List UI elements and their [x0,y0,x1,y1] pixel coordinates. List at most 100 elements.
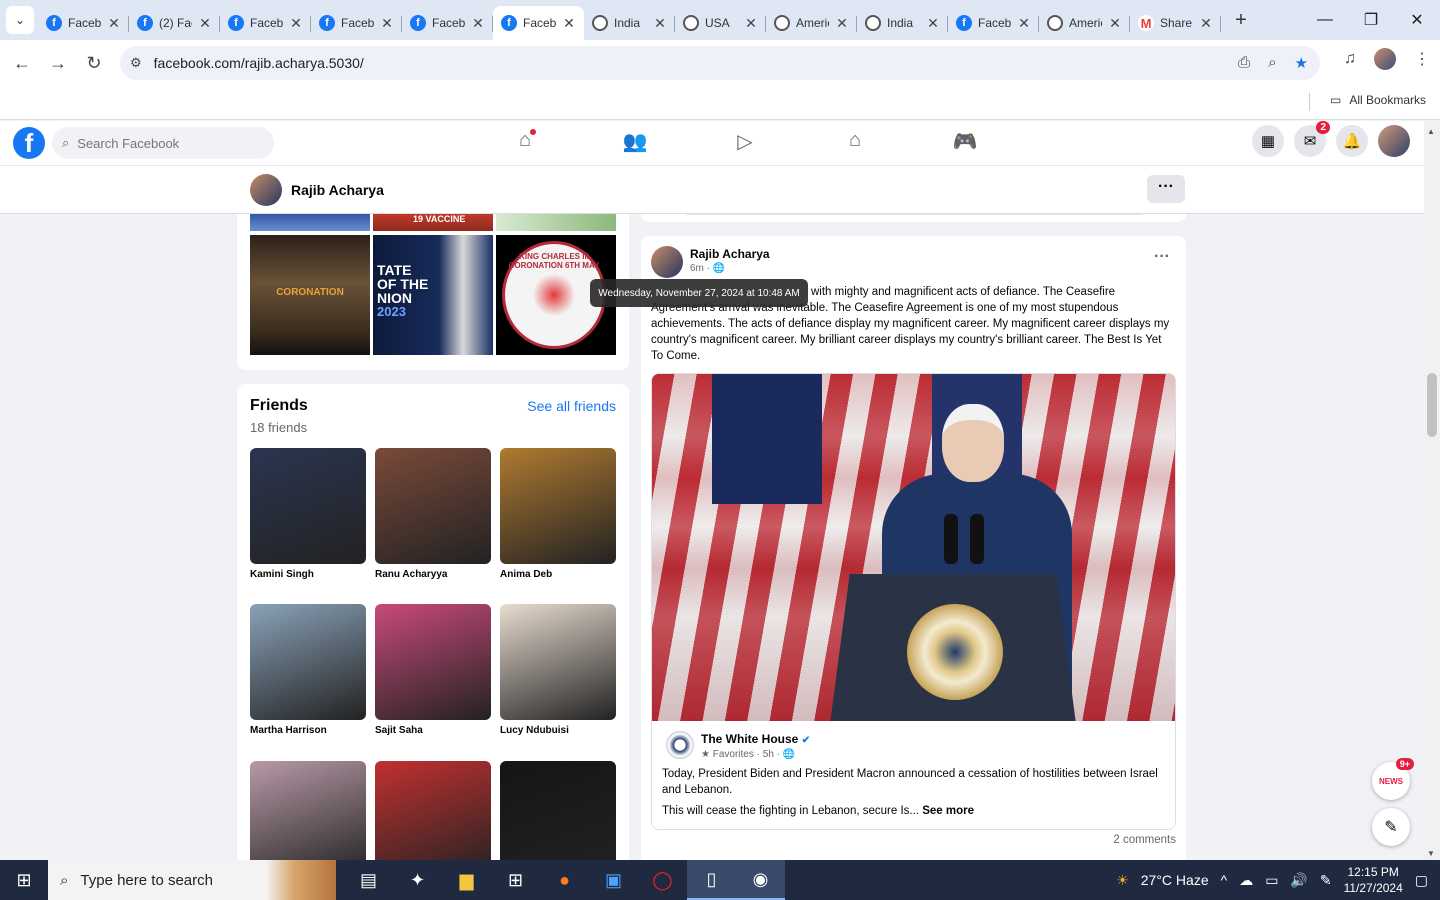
photo-coronation[interactable]: CORONATION [250,235,370,355]
close-tab-icon[interactable]: ✕ [835,15,849,32]
friend-tile[interactable]: Lucy Ndubuisi [500,604,616,736]
friend-photo[interactable] [250,448,366,564]
address-bar[interactable]: ⚙ facebook.com/rajib.acharya.5030/ ⎙ ⌕ ★ [120,46,1320,80]
chrome-icon[interactable]: ◉ [736,860,785,900]
friend-name[interactable]: Kamini Singh [250,569,366,580]
friend-tile[interactable]: Ranu Acharyya [375,448,491,580]
restore-icon[interactable]: ❐ [1348,0,1394,40]
close-tab-icon[interactable]: ✕ [1108,15,1122,32]
chrome-menu-icon[interactable]: ⋮ [1414,49,1430,69]
friend-photo[interactable] [375,448,491,564]
browser-tab[interactable]: f Facebook ✕ [38,6,129,40]
network-icon[interactable]: ▭ [1265,872,1278,889]
shared-post-image[interactable] [652,374,1175,724]
close-tab-icon[interactable]: ✕ [289,15,303,32]
friend-photo[interactable] [375,604,491,720]
video-icon[interactable]: ▷ [690,129,800,154]
post-author-avatar[interactable] [651,246,683,278]
browser-tab[interactable]: f (2) Facebook ✕ [129,6,220,40]
friend-photo[interactable] [250,604,366,720]
post-time-text[interactable]: 6m [690,263,704,274]
facebook-logo-icon[interactable]: f [13,127,45,159]
weather-text[interactable]: 27°C Haze [1141,872,1209,888]
facebook-search[interactable]: ⌕ [52,127,274,159]
browser-tab[interactable]: f Facebook ✕ [948,6,1039,40]
new-tab-button[interactable]: + [1227,9,1255,32]
friend-photo[interactable] [500,604,616,720]
opera-icon[interactable]: ◯ [638,860,687,900]
tab-search-chevron-icon[interactable]: ⌄ [6,6,34,34]
friend-name[interactable]: Anima Deb [500,569,616,580]
url-text[interactable]: facebook.com/rajib.acharya.5030/ [154,55,364,71]
windows-start-icon[interactable]: ⊞ [0,860,48,900]
weather-icon[interactable]: ☀ [1116,872,1129,889]
gaming-icon[interactable]: 🎮 [910,129,1020,154]
white-house-avatar[interactable] [666,731,694,759]
close-tab-icon[interactable]: ✕ [198,15,212,32]
tray-chevron-icon[interactable]: ^ [1221,872,1228,888]
all-bookmarks-button[interactable]: ▭ All Bookmarks [1330,93,1426,107]
post-options-icon[interactable]: ··· [1154,248,1170,266]
back-icon[interactable]: ← [4,53,40,74]
notifications-icon[interactable]: ▢ [1415,872,1428,889]
marketplace-icon[interactable]: ⌂ [800,129,910,154]
friend-photo[interactable] [500,448,616,564]
friend-tile[interactable]: Martha Harrison [250,604,366,736]
close-tab-icon[interactable]: ✕ [107,15,121,32]
close-tab-icon[interactable]: ✕ [380,15,394,32]
zoom-icon[interactable]: ⌕ [1268,54,1276,72]
forward-icon[interactable]: → [40,53,76,74]
taskbar-clock[interactable]: 12:15 PM 11/27/2024 [1344,864,1403,896]
taskbar-search[interactable]: ⌕ Type here to search [48,860,336,900]
copilot-icon[interactable]: ✦ [393,860,442,900]
close-tab-icon[interactable]: ✕ [471,15,485,32]
notepad-icon[interactable]: ▯ [687,860,736,900]
browser-tab[interactable]: USA ✕ [675,6,766,40]
notifications-bell-icon[interactable]: 🔔 [1336,125,1368,157]
media-control-icon[interactable]: ♫ [1344,50,1356,68]
close-tab-icon[interactable]: ✕ [653,15,667,32]
friend-tile[interactable]: Sajit Saha [375,604,491,736]
home-icon[interactable]: ⌂ [470,129,580,154]
firefox-icon[interactable]: ● [540,860,589,900]
photo-thumbnail[interactable] [496,214,616,231]
post-time[interactable]: 6m · 🌐 [690,263,725,274]
profile-name[interactable]: Rajib Acharya [291,182,384,198]
friend-name[interactable]: Lucy Ndubuisi [500,725,616,736]
photo-state-of-union[interactable]: TATE OF THE NION 2023 [373,235,493,355]
friends-icon[interactable]: 👥 [580,129,690,154]
minimize-icon[interactable]: — [1302,0,1348,40]
shared-page-name[interactable]: The White House ✔ [701,732,810,746]
volume-icon[interactable]: 🔊 [1290,872,1307,889]
close-tab-icon[interactable]: ✕ [1017,15,1031,32]
shared-post[interactable]: The White House ✔ ★ Favorites · 5h · 🌐 T… [651,373,1176,830]
messenger-icon[interactable]: ✉ 2 [1294,121,1330,157]
friend-name[interactable]: Sajit Saha [375,725,491,736]
menu-grid-icon[interactable]: ▦ [1252,125,1284,157]
close-tab-icon[interactable]: ✕ [926,15,940,32]
friend-name[interactable]: Martha Harrison [250,725,366,736]
profile-more-button[interactable]: ··· [1147,175,1185,203]
browser-tab[interactable]: India ✕ [584,6,675,40]
browser-tab[interactable]: India ✕ [857,6,948,40]
profile-avatar[interactable] [250,174,282,206]
close-tab-icon[interactable]: ✕ [744,15,758,32]
task-view-icon[interactable]: ▤ [344,860,393,900]
close-window-icon[interactable]: ✕ [1394,0,1440,40]
comments-count[interactable]: 2 comments [1113,834,1176,846]
browser-tab[interactable]: f Facebook ✕ [311,6,402,40]
friend-tile[interactable]: Kamini Singh [250,448,366,580]
remote-desktop-icon[interactable]: ▣ [589,860,638,900]
browser-tab[interactable]: America ✕ [1039,6,1130,40]
browser-tab[interactable]: f Facebook ✕ [493,6,584,40]
friend-name[interactable]: Ranu Acharyya [375,569,491,580]
site-settings-icon[interactable]: ⚙ [130,55,142,71]
see-more-link[interactable]: See more [922,805,974,817]
post-author[interactable]: Rajib Acharya [690,247,770,261]
pen-icon[interactable]: ✎ [1320,872,1332,889]
scroll-up-icon[interactable]: ▲ [1427,127,1435,136]
close-tab-icon[interactable]: ✕ [562,15,576,32]
photo-thumbnail[interactable]: 19 VACCINE [373,214,493,231]
close-tab-icon[interactable]: ✕ [1199,15,1213,32]
browser-tab[interactable]: America ✕ [766,6,857,40]
